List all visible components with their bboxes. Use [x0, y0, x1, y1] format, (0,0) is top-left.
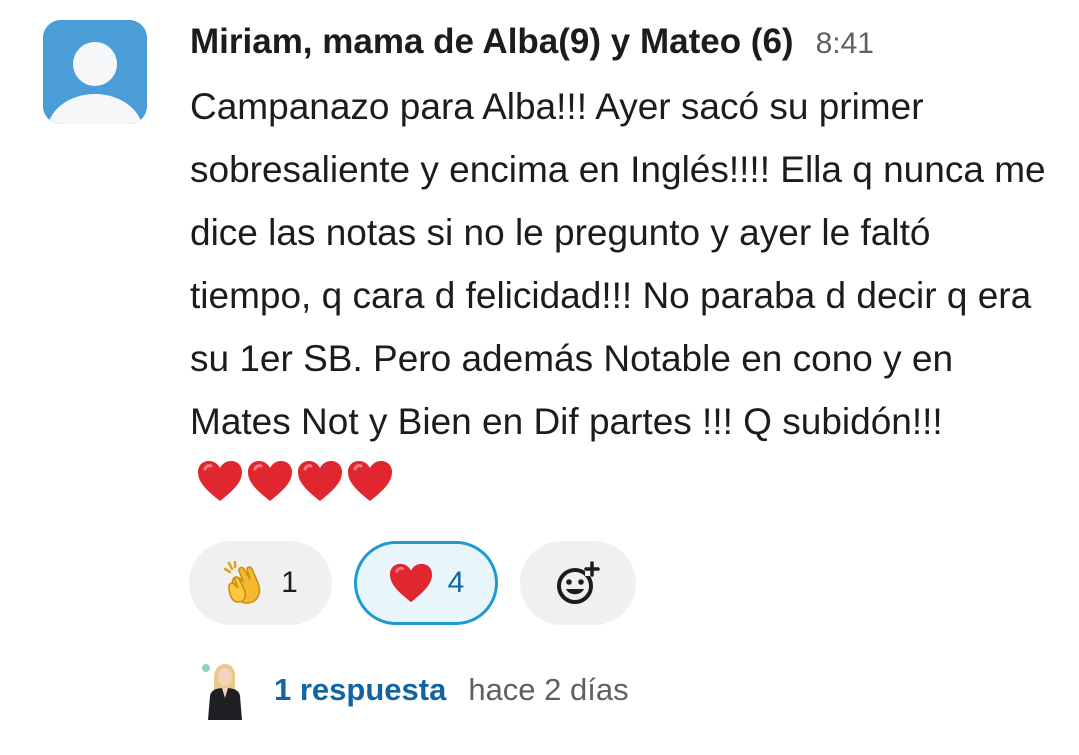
reactions-bar: 1 4 — [189, 541, 636, 625]
user-photo-icon — [198, 660, 250, 720]
replier-avatar[interactable] — [198, 660, 250, 720]
thread-summary[interactable]: 1 respuesta hace 2 días — [198, 660, 629, 720]
reply-count-link[interactable]: 1 respuesta — [274, 672, 446, 708]
clapping-hands-icon — [223, 561, 261, 604]
message-text: Campanazo para Alba!!! Ayer sacó su prim… — [190, 86, 1046, 442]
reaction-clap-button[interactable]: 1 — [189, 541, 332, 625]
message-header: Miriam, mama de Alba(9) y Mateo (6) 8:41 — [190, 22, 874, 66]
reaction-heart-button[interactable]: 4 — [354, 541, 498, 625]
add-reaction-button[interactable] — [520, 541, 636, 625]
red-heart-icon — [348, 461, 392, 501]
red-heart-icon — [198, 461, 242, 501]
default-user-avatar-icon — [43, 20, 147, 124]
red-heart-icon — [248, 461, 292, 501]
red-heart-icon — [298, 461, 342, 501]
last-reply-time: hace 2 días — [468, 672, 629, 707]
sender-avatar[interactable] — [43, 20, 147, 124]
sender-name[interactable]: Miriam, mama de Alba(9) y Mateo (6) — [190, 22, 794, 62]
message-body: Campanazo para Alba!!! Ayer sacó su prim… — [190, 75, 1060, 522]
reaction-clap-count: 1 — [281, 566, 298, 599]
reaction-heart-count: 4 — [447, 566, 465, 599]
message: Miriam, mama de Alba(9) y Mateo (6) 8:41… — [0, 0, 1079, 755]
message-timestamp[interactable]: 8:41 — [816, 27, 874, 61]
trailing-emojis — [196, 459, 396, 522]
red-heart-icon — [389, 563, 432, 603]
add-reaction-icon — [557, 561, 600, 604]
